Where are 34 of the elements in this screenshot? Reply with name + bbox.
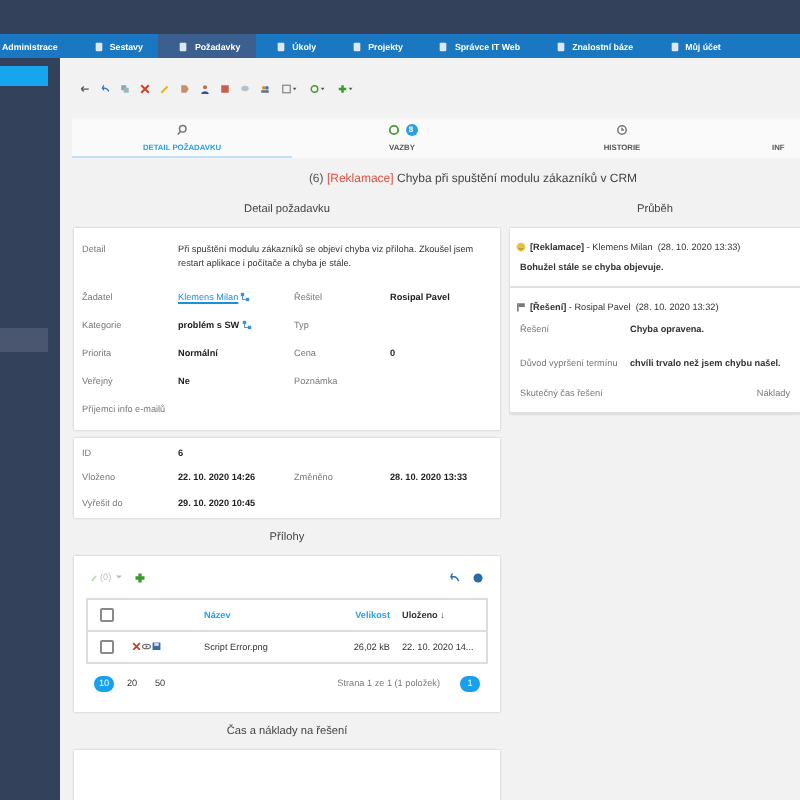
nav-icon [556, 41, 567, 51]
hierarchy-icon[interactable] [240, 291, 251, 301]
refresh-icon [387, 123, 399, 135]
clock-icon [616, 123, 628, 135]
caret-icon [115, 574, 122, 580]
refresh-dropdown-icon[interactable] [308, 83, 326, 93]
pencil-icon[interactable] [160, 83, 170, 93]
nav-icon [93, 41, 104, 51]
nav-icon [352, 41, 363, 51]
smiley-icon [516, 241, 526, 251]
select-all-checkbox[interactable] [99, 607, 113, 621]
eye-icon[interactable] [142, 641, 151, 651]
tag-icon[interactable] [180, 83, 190, 93]
user-icon[interactable] [200, 83, 210, 93]
add-icon[interactable] [133, 571, 146, 583]
nav-icon [669, 41, 680, 51]
hierarchy-icon[interactable] [241, 319, 252, 329]
users-icon[interactable] [260, 83, 270, 93]
add-dropdown-icon[interactable] [336, 83, 354, 93]
nav-icon [178, 41, 189, 51]
reply-icon[interactable] [100, 83, 110, 93]
nav-icon [438, 41, 449, 51]
copy-icon[interactable] [120, 83, 130, 93]
delete-icon[interactable] [140, 83, 150, 93]
reply-icon[interactable] [448, 571, 460, 583]
delete-icon[interactable] [132, 641, 141, 651]
nav-icon [276, 41, 287, 51]
flag-icon [516, 301, 526, 311]
search-icon [176, 123, 188, 135]
row-checkbox[interactable] [99, 639, 113, 653]
table-dropdown-icon[interactable] [280, 83, 298, 93]
download-icon [90, 573, 98, 581]
back-icon[interactable] [80, 83, 90, 93]
save-icon[interactable] [152, 641, 161, 651]
